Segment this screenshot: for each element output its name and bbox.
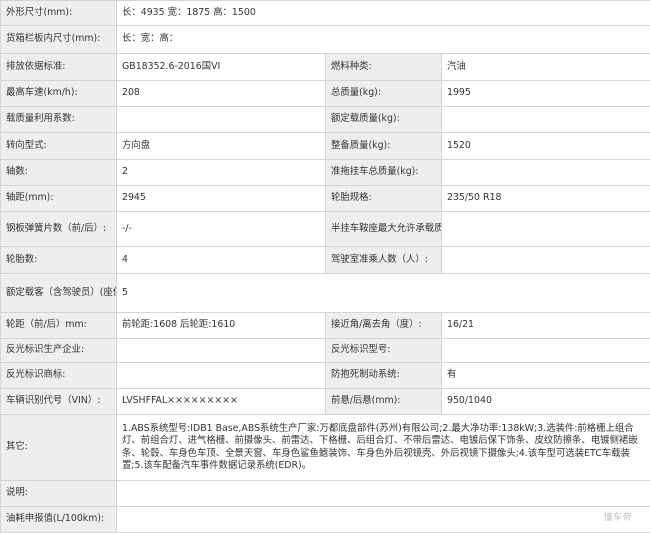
max-speed-value: 208 <box>117 81 326 107</box>
saddle-load-value <box>442 212 650 247</box>
row-leaf-springs: 钢板弹簧片数（前/后）: -/- 半挂车鞍座最大允许承载质量(kg): <box>1 212 650 247</box>
notes-value <box>117 481 650 507</box>
row-seats: 额定载客（含驾驶员）(座位数): 5 <box>1 274 650 313</box>
row-reflector-maker: 反光标识生产企业: 反光标识型号: <box>1 339 650 363</box>
trailer-mass-label: 准拖挂车总质量(kg): <box>326 160 442 186</box>
row-vin: 车辆识别代号（VIN）: LVSHFFAL××××××××× 前悬/后悬(mm)… <box>1 389 650 415</box>
curb-mass-value: 1520 <box>442 133 650 160</box>
steering-value: 方向盘 <box>117 133 326 160</box>
reflector-maker-value <box>117 339 326 363</box>
row-emission: 排放依据标准: GB18352.6-2016国VI 燃料种类: 汽油 <box>1 54 650 81</box>
row-dimensions: 外形尺寸(mm): 长：4935 宽：1875 高：1500 <box>1 1 650 26</box>
axles-label: 轴数: <box>1 160 117 186</box>
fuel-value: 汽油 <box>442 54 650 81</box>
track-label: 轮距（前/后）mm: <box>1 313 117 339</box>
dimensions-value: 长：4935 宽：1875 高：1500 <box>117 1 650 26</box>
cargo-box-value: 长：宽：高： <box>117 26 650 54</box>
overhang-label: 前悬/后悬(mm): <box>326 389 442 415</box>
trailer-mass-value <box>442 160 650 186</box>
load-coefficient-label: 载质量利用系数: <box>1 107 117 133</box>
axles-value: 2 <box>117 160 326 186</box>
approach-angle-value: 16/21 <box>442 313 650 339</box>
wheelbase-label: 轴距(mm): <box>1 186 117 212</box>
wheelbase-value: 2945 <box>117 186 326 212</box>
row-other: 其它: 1.ABS系统型号:IDB1 Base,ABS系统生产厂家:万都底盘部件… <box>1 415 650 481</box>
abs-label: 防抱死制动系统: <box>326 363 442 389</box>
overhang-value: 950/1040 <box>442 389 650 415</box>
row-cargo-box: 货箱栏板内尺寸(mm): 长：宽：高： <box>1 26 650 54</box>
other-value: 1.ABS系统型号:IDB1 Base,ABS系统生产厂家:万都底盘部件(苏州)… <box>117 415 650 481</box>
tire-spec-value: 235/50 R18 <box>442 186 650 212</box>
max-speed-label: 最高车速(km/h): <box>1 81 117 107</box>
seats-label: 额定载客（含驾驶员）(座位数): <box>1 274 117 313</box>
total-mass-label: 总质量(kg): <box>326 81 442 107</box>
row-notes: 说明: <box>1 481 650 507</box>
approach-angle-label: 接近角/离去角（度）: <box>326 313 442 339</box>
watermark-logo: 懂车帝 <box>603 510 632 523</box>
reflector-brand-label: 反光标识商标: <box>1 363 117 389</box>
load-coefficient-value <box>117 107 326 133</box>
row-fuel-consumption: 油耗申报值(L/100km): <box>1 507 650 533</box>
leaf-springs-label: 钢板弹簧片数（前/后）: <box>1 212 117 247</box>
reflector-maker-label: 反光标识生产企业: <box>1 339 117 363</box>
notes-label: 说明: <box>1 481 117 507</box>
row-track: 轮距（前/后）mm: 前轮距:1608 后轮距:1610 接近角/离去角（度）:… <box>1 313 650 339</box>
saddle-load-label: 半挂车鞍座最大允许承载质量(kg): <box>326 212 442 247</box>
row-steering: 转向型式: 方向盘 整备质量(kg): 1520 <box>1 133 650 160</box>
fuel-consumption-label: 油耗申报值(L/100km): <box>1 507 117 533</box>
vehicle-spec-table: 外形尺寸(mm): 长：4935 宽：1875 高：1500 货箱栏板内尺寸(m… <box>0 0 650 533</box>
row-load-coefficient: 载质量利用系数: 额定载质量(kg): <box>1 107 650 133</box>
fuel-consumption-value <box>117 507 650 533</box>
reflector-brand-value <box>117 363 326 389</box>
cab-passengers-value <box>442 247 650 274</box>
leaf-springs-value: -/- <box>117 212 326 247</box>
seats-value: 5 <box>117 274 650 313</box>
row-axles: 轴数: 2 准拖挂车总质量(kg): <box>1 160 650 186</box>
dimensions-label: 外形尺寸(mm): <box>1 1 117 26</box>
tire-spec-label: 轮胎规格: <box>326 186 442 212</box>
steering-label: 转向型式: <box>1 133 117 160</box>
reflector-model-value <box>442 339 650 363</box>
row-speed: 最高车速(km/h): 208 总质量(kg): 1995 <box>1 81 650 107</box>
vin-label: 车辆识别代号（VIN）: <box>1 389 117 415</box>
fuel-label: 燃料种类: <box>326 54 442 81</box>
total-mass-value: 1995 <box>442 81 650 107</box>
cab-passengers-label: 驾驶室准乘人数（人）: <box>326 247 442 274</box>
curb-mass-label: 整备质量(kg): <box>326 133 442 160</box>
row-tires: 轮胎数: 4 驾驶室准乘人数（人）: <box>1 247 650 274</box>
tire-count-label: 轮胎数: <box>1 247 117 274</box>
rated-load-label: 额定载质量(kg): <box>326 107 442 133</box>
tire-count-value: 4 <box>117 247 326 274</box>
row-reflector-brand: 反光标识商标: 防抱死制动系统: 有 <box>1 363 650 389</box>
row-wheelbase: 轴距(mm): 2945 轮胎规格: 235/50 R18 <box>1 186 650 212</box>
emission-label: 排放依据标准: <box>1 54 117 81</box>
rated-load-value <box>442 107 650 133</box>
cargo-box-label: 货箱栏板内尺寸(mm): <box>1 26 117 54</box>
watermark-text: 懂车帝 <box>603 513 632 523</box>
other-label: 其它: <box>1 415 117 481</box>
vin-value: LVSHFFAL××××××××× <box>117 389 326 415</box>
emission-value: GB18352.6-2016国VI <box>117 54 326 81</box>
abs-value: 有 <box>442 363 650 389</box>
track-value: 前轮距:1608 后轮距:1610 <box>117 313 326 339</box>
reflector-model-label: 反光标识型号: <box>326 339 442 363</box>
